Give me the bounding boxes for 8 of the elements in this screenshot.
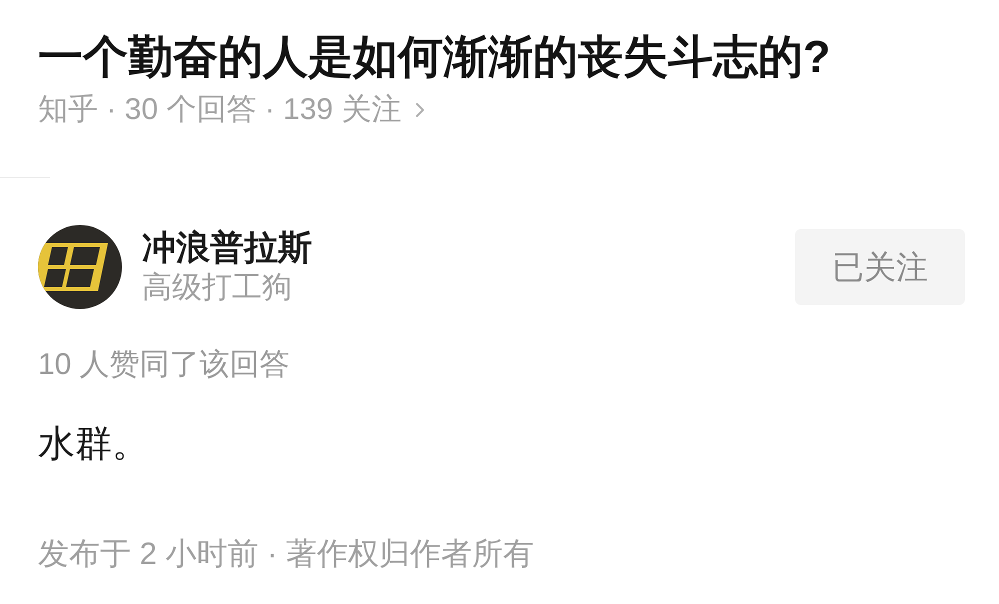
publish-info: 发布于 2 小时前 · 著作权归作者所有 bbox=[38, 536, 536, 572]
answer-text: 水群。 bbox=[38, 423, 150, 465]
avatar-icon[interactable] bbox=[38, 225, 122, 309]
author-name[interactable]: 冲浪普拉斯 bbox=[142, 227, 312, 269]
question-meta: 知乎 · 30 个回答 · 139 关注 bbox=[38, 92, 402, 127]
author-bio: 高级打工狗 bbox=[142, 270, 293, 306]
question-title: 一个勤奋的人是如何渐渐的丧失斗志的? bbox=[38, 31, 832, 83]
vote-count: 10 人赞同了该回答 bbox=[38, 347, 291, 383]
